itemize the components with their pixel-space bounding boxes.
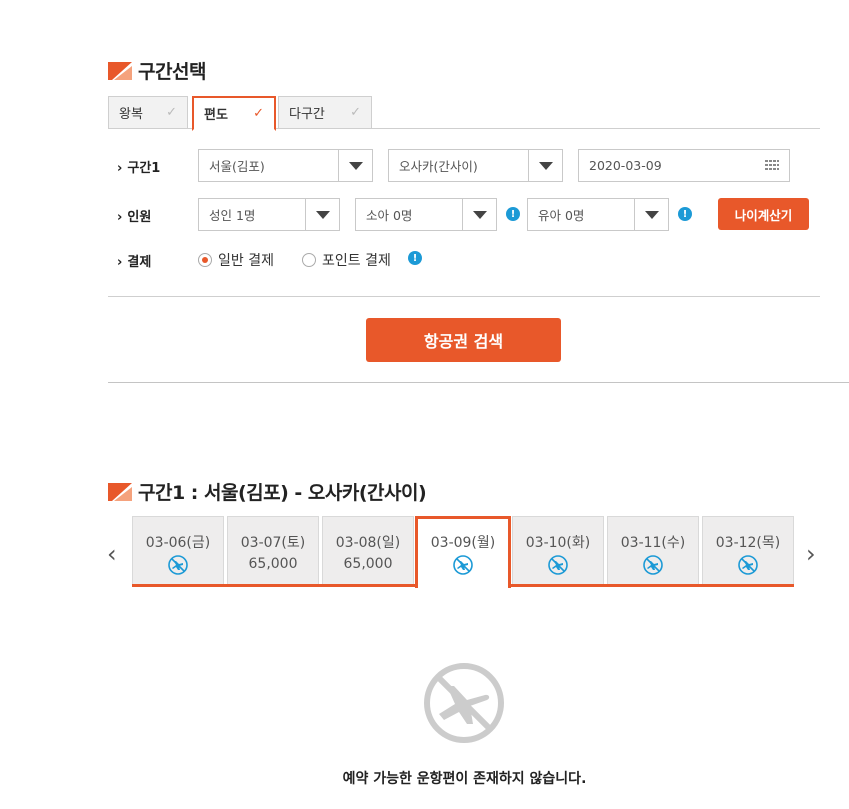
section-title-route-select: 구간선택 [108,57,206,84]
dropdown-arrow-icon [462,199,496,230]
date-cell[interactable]: 03-06(금) [132,516,224,586]
date-label: 03-10(화) [525,535,591,551]
label-text: 인원 [127,210,152,225]
date-label: 03-09(월) [430,535,496,551]
tab-oneway[interactable]: 편도 ✓ [192,96,276,131]
dropdown-arrow-icon [528,150,562,181]
date-cell[interactable]: 03-12(목) [702,516,794,586]
no-flight-icon [643,555,663,575]
infant-value: 유아 0명 [538,208,585,223]
calendar-icon[interactable] [755,150,789,181]
origin-value: 서울(김포) [209,159,265,174]
adult-select[interactable]: 성인 1명 [198,198,340,231]
empty-state-message: 예약 가능한 운항편이 존재하지 않습니다. [342,771,587,787]
no-flight-large-icon [424,663,504,743]
infant-info-icon[interactable]: ! [678,207,692,221]
destination-value: 오사카(간사이) [399,159,478,174]
no-flight-icon [738,555,758,575]
date-cell[interactable]: 03-11(수) [607,516,699,586]
flag-icon [108,61,132,80]
adult-value: 성인 1명 [209,208,256,223]
next-dates-chevron-right-icon[interactable]: › [806,540,816,568]
label-text: 결제 [127,255,152,270]
date-label: 03-11(수) [620,535,686,551]
infant-select[interactable]: 유아 0명 [527,198,669,231]
no-flight-icon [548,555,568,575]
no-flight-icon [453,555,473,575]
chevron-right-icon: › [117,255,123,270]
date-strip-underline-right [511,584,794,587]
date-label: 03-08(일) [335,535,401,551]
label-text: 구간1 [127,161,161,176]
chevron-right-icon: › [117,161,123,176]
destination-select[interactable]: 오사카(간사이) [388,149,563,182]
tab-label: 왕복 [119,107,143,122]
radio-label: 포인트 결제 [322,253,391,269]
price-label: 65,000 [343,556,393,572]
date-cell-selected[interactable]: 03-09(월) [415,516,511,588]
radio-selected[interactable] [198,253,212,267]
child-info-icon[interactable]: ! [506,207,520,221]
age-calculator-button[interactable]: 나이계산기 [718,198,809,230]
origin-select[interactable]: 서울(김포) [198,149,373,182]
tab-roundtrip[interactable]: 왕복 ✓ [108,96,188,129]
price-label: 65,000 [248,556,298,572]
radio-unselected[interactable] [302,253,316,267]
row-label-passengers: › 인원 [117,206,151,225]
section-divider [108,382,849,383]
prev-dates-chevron-left-icon[interactable]: ‹ [107,540,117,568]
row-label-segment: › 구간1 [117,157,160,176]
date-cell[interactable]: 03-10(화) [512,516,604,586]
row-label-payment: › 결제 [117,251,151,270]
payment-radio-normal[interactable]: 일반 결제 [198,250,274,270]
payment-radio-points[interactable]: 포인트 결제 [302,250,391,270]
child-select[interactable]: 소아 0명 [355,198,497,231]
check-icon: ✓ [350,105,361,120]
tab-label: 다구간 [289,107,325,122]
points-info-icon[interactable]: ! [408,251,422,265]
dropdown-arrow-icon [338,150,372,181]
date-cell[interactable]: 03-08(일) 65,000 [322,516,414,586]
check-icon: ✓ [166,105,177,120]
tab-label: 편도 [204,108,228,123]
section-title-segment-route: 구간1 : 서울(김포) - 오사카(간사이) [108,478,427,505]
check-icon: ✓ [253,106,264,121]
date-strip-underline-left [132,584,415,587]
date-input[interactable]: 2020-03-09 [578,149,790,182]
date-value: 2020-03-09 [589,158,662,173]
no-flight-icon [168,555,188,575]
search-flights-button[interactable]: 항공권 검색 [366,318,561,362]
section-title-text: 구간선택 [138,61,206,83]
date-label: 03-12(목) [715,535,781,551]
child-value: 소아 0명 [366,208,413,223]
divider [108,296,820,297]
dropdown-arrow-icon [634,199,668,230]
date-cell[interactable]: 03-07(토) 65,000 [227,516,319,586]
trip-type-tabs: 왕복 ✓ 편도 ✓ 다구간 ✓ [108,96,820,131]
flag-icon [108,482,132,501]
date-label: 03-06(금) [145,535,211,551]
date-label: 03-07(토) [240,535,306,551]
radio-label: 일반 결제 [218,253,274,269]
tab-multicity[interactable]: 다구간 ✓ [278,96,372,129]
dropdown-arrow-icon [305,199,339,230]
section-title-text: 구간1 : 서울(김포) - 오사카(간사이) [138,482,427,504]
chevron-right-icon: › [117,210,123,225]
